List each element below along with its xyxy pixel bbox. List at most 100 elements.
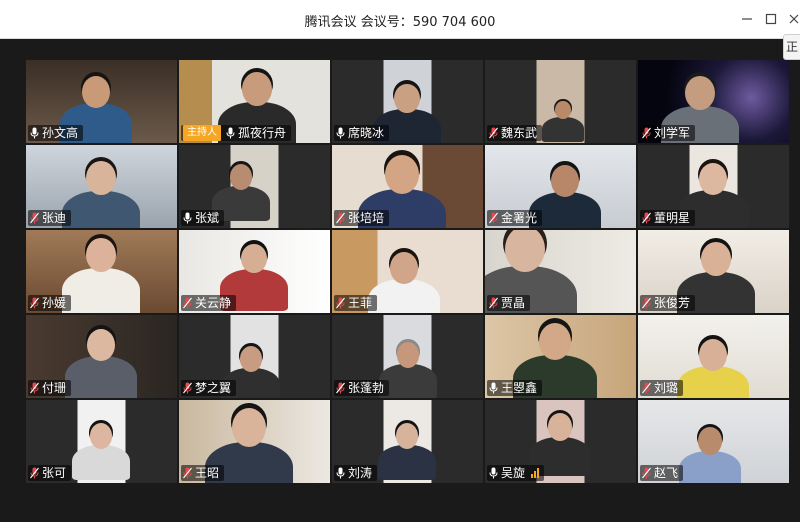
participant-body (62, 190, 140, 228)
participant-face (701, 241, 731, 277)
participant-name-tag: 孙文高 (28, 125, 84, 141)
mic-icon (336, 467, 345, 479)
participant-body (72, 445, 130, 481)
participant-name: 梦之翼 (195, 381, 232, 395)
mic-icon (183, 212, 192, 224)
participant-name: 张培培 (348, 211, 385, 225)
participant-tile[interactable]: 刘璐 (638, 315, 789, 398)
mic-muted-icon (642, 467, 651, 479)
mic-muted-icon (642, 297, 651, 309)
mic-muted-icon (336, 382, 345, 394)
participant-name-tag: 张蓬勃 (334, 380, 390, 396)
participant-tile[interactable]: 刘学军 (638, 60, 789, 143)
participant-tile[interactable]: 王菲 (332, 230, 483, 313)
participant-name-tag: 董明星 (640, 210, 696, 226)
participant-face (90, 423, 112, 449)
participant-tile[interactable]: 孙文高 (26, 60, 177, 143)
window-title: 腾讯会议 会议号：590 704 600 (304, 15, 496, 30)
participant-tile[interactable]: 张培培 (332, 145, 483, 228)
participant-face (685, 75, 715, 111)
participant-body (64, 356, 138, 398)
participant-name: 张迪 (42, 211, 67, 225)
participant-body (678, 451, 742, 483)
participant-tile[interactable]: 付珊 (26, 315, 177, 398)
participant-tile[interactable]: 席晓冰 (332, 60, 483, 143)
participant-tile[interactable]: 张蓬勃 (332, 315, 483, 398)
participant-name: 金署光 (501, 211, 538, 225)
participant-name: 董明星 (654, 211, 691, 225)
participant-body (378, 445, 436, 481)
participant-tile[interactable]: 王昭 (179, 400, 330, 483)
participant-face (698, 427, 722, 456)
mic-icon (489, 382, 498, 394)
participant-tile[interactable]: 孙媛 (26, 230, 177, 313)
participant-name: 吴旋 (501, 466, 526, 480)
participant-tile[interactable]: 关云静 (179, 230, 330, 313)
participant-face (548, 413, 572, 442)
participant-face (394, 83, 420, 114)
participant-tile[interactable]: 金署光 (485, 145, 636, 228)
participant-name-tag: 刘璐 (640, 380, 684, 396)
participant-tile[interactable]: 主持人 孤夜行舟 (179, 60, 330, 143)
participant-name-tag: 关云静 (181, 295, 237, 311)
mic-icon (489, 467, 498, 479)
participant-tile[interactable]: 刘涛 (332, 400, 483, 483)
participant-name-tag: 刘学军 (640, 125, 696, 141)
side-panel-tab[interactable]: 正 (783, 34, 800, 60)
participant-tile[interactable]: 张俊芳 (638, 230, 789, 313)
participant-tile[interactable]: 魏东武 (485, 60, 636, 143)
participant-name-tag: 王曌鑫 (487, 380, 543, 396)
participant-name: 刘涛 (348, 466, 373, 480)
participant-name-tag: 王昭 (181, 465, 225, 481)
close-button[interactable] (783, 8, 800, 30)
mic-muted-icon (30, 212, 39, 224)
participant-name-tag: 金署光 (487, 210, 543, 226)
participant-tile[interactable]: 吴旋 (485, 400, 636, 483)
participant-tile[interactable]: 王曌鑫 (485, 315, 636, 398)
participant-tile[interactable]: 赵飞 (638, 400, 789, 483)
participant-tile[interactable]: 张可 (26, 400, 177, 483)
participant-name-tag: 魏东武 (487, 125, 543, 141)
participant-face (82, 75, 110, 108)
participant-face (240, 346, 262, 372)
mic-muted-icon (30, 467, 39, 479)
participant-face (699, 162, 727, 195)
participant-name: 孙文高 (42, 126, 79, 140)
participant-name: 张斌 (195, 211, 220, 225)
participant-name-tag: 梦之翼 (181, 380, 237, 396)
participant-name-tag: 张培培 (334, 210, 390, 226)
participant-name: 王昭 (195, 466, 220, 480)
mic-icon (30, 127, 39, 139)
mic-icon (226, 127, 235, 139)
minimize-icon (742, 18, 752, 20)
speaking-indicator-icon (531, 468, 540, 478)
participant-tile[interactable]: 张迪 (26, 145, 177, 228)
participant-face (86, 160, 116, 196)
participant-body (367, 279, 441, 313)
participant-tile[interactable]: 张斌 (179, 145, 330, 228)
participant-tile[interactable]: 梦之翼 (179, 315, 330, 398)
participant-name-tag: 孙媛 (28, 295, 72, 311)
participant-tile[interactable]: 贾晶 (485, 230, 636, 313)
mic-muted-icon (183, 467, 192, 479)
maximize-button[interactable] (760, 8, 782, 30)
participant-name: 孙媛 (42, 296, 67, 310)
mic-muted-icon (183, 382, 192, 394)
participant-name: 席晓冰 (348, 126, 385, 140)
participant-face (385, 155, 419, 195)
participant-face (539, 322, 571, 360)
participant-tile[interactable]: 董明星 (638, 145, 789, 228)
participant-face (390, 251, 418, 284)
mic-muted-icon (183, 297, 192, 309)
host-badge: 主持人 (183, 125, 221, 141)
participant-name-tag: 张斌 (181, 210, 225, 226)
participant-face (87, 328, 115, 361)
minimize-button[interactable] (736, 8, 758, 30)
participant-face (396, 423, 418, 449)
participant-name: 刘璐 (654, 381, 679, 395)
participant-name: 魏东武 (501, 126, 538, 140)
participant-face (232, 408, 266, 448)
mic-muted-icon (642, 127, 651, 139)
maximize-icon (765, 13, 777, 25)
participant-name: 孤夜行舟 (238, 126, 287, 140)
